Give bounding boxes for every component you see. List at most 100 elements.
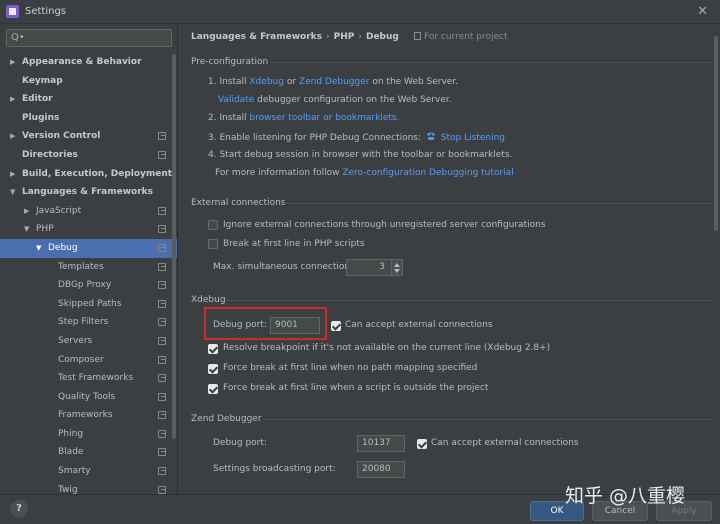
ignore-external-checkbox[interactable] [208, 220, 218, 230]
force-break-outside-checkbox[interactable] [208, 384, 218, 394]
sidebar-item-label: PHP [36, 224, 54, 235]
title-bar: Settings ✕ [0, 0, 720, 24]
break-first-line-checkbox[interactable] [208, 239, 218, 249]
chevron-down-icon[interactable]: ▼ [36, 239, 41, 258]
xdebug-accept-external-checkbox[interactable] [331, 321, 341, 331]
project-scope-icon [413, 32, 421, 40]
validate-link[interactable]: Validate [218, 95, 254, 105]
sidebar-item-label: Plugins [22, 112, 60, 123]
sidebar-item-composer[interactable]: Composer [0, 351, 177, 370]
sidebar-item-label: DBGp Proxy [58, 280, 112, 291]
xdebug-port-field[interactable]: 9001 [270, 317, 320, 334]
breadcrumb-item[interactable]: Languages & Frameworks [191, 32, 322, 42]
zhihu-watermark: 知乎 @八重樱 [565, 485, 686, 507]
section-divider [264, 419, 711, 420]
preconfig-step-3: 3. Enable listening for PHP Debug Connec… [208, 132, 505, 143]
sidebar-item-label: Twig [58, 484, 78, 494]
sidebar-item-quality-tools[interactable]: Quality Tools [0, 388, 177, 407]
preconfig-step-2: 2. Install browser toolbar or bookmarkle… [208, 113, 400, 123]
project-scope-icon [158, 206, 166, 215]
search-icon: Q• [11, 32, 25, 43]
sidebar-item-appearance-behavior[interactable]: ▶ Appearance & Behavior [0, 53, 177, 72]
sidebar-item-blade[interactable]: Blade [0, 443, 177, 462]
sidebar-scrollbar[interactable] [172, 54, 176, 439]
force-break-path-checkbox[interactable] [208, 364, 218, 374]
sidebar-item-step-filters[interactable]: Step Filters [0, 313, 177, 332]
sidebar-item-label: Keymap [22, 75, 63, 86]
sidebar-item-build-execution-deployment[interactable]: ▶ Build, Execution, Deployment [0, 165, 177, 184]
help-button[interactable]: ? [10, 500, 28, 518]
chevron-right-icon[interactable]: ▶ [10, 53, 15, 72]
sidebar-item-plugins[interactable]: Plugins [0, 109, 177, 128]
section-title-preconfig: Pre-configuration [191, 57, 269, 67]
section-title-zend: Zend Debugger [191, 414, 262, 424]
chevron-right-icon[interactable]: ▶ [10, 165, 15, 184]
force-break-outside-label: Force break at first line when a script … [223, 383, 489, 393]
project-scope-icon [158, 411, 166, 420]
sidebar-item-javascript[interactable]: ▶ JavaScript [0, 202, 177, 221]
max-connections-field[interactable]: 3 [346, 259, 392, 276]
broadcast-port-field[interactable]: 20080 [357, 461, 405, 478]
chevron-right-icon[interactable]: ▶ [24, 202, 29, 221]
sidebar-item-smarty[interactable]: Smarty [0, 462, 177, 481]
sidebar-item-label: Test Frameworks [58, 373, 134, 384]
sidebar-item-label: Directories [22, 149, 78, 160]
tutorial-link[interactable]: Zero-configuration Debugging tutorial [342, 168, 513, 178]
main-scrollbar[interactable] [714, 36, 718, 231]
xdebug-port-label: Debug port: [213, 320, 267, 330]
spinner-down-icon[interactable] [394, 269, 400, 273]
close-icon[interactable]: ✕ [697, 4, 708, 19]
sidebar-item-keymap[interactable]: Keymap [0, 72, 177, 91]
sidebar-item-twig[interactable]: Twig [0, 481, 177, 494]
chevron-down-icon[interactable]: ▼ [24, 220, 29, 239]
sidebar-item-version-control[interactable]: ▶ Version Control [0, 127, 177, 146]
ignore-external-label: Ignore external connections through unre… [223, 220, 546, 230]
sidebar-item-label: Debug [48, 242, 78, 253]
sidebar-item-phing[interactable]: Phing [0, 425, 177, 444]
project-scope-icon [158, 150, 166, 159]
section-divider [227, 300, 711, 301]
breadcrumb-separator: › [358, 32, 362, 42]
breadcrumb-item[interactable]: PHP [334, 32, 355, 42]
sidebar-item-frameworks[interactable]: Frameworks [0, 406, 177, 425]
chevron-right-icon[interactable]: ▶ [10, 90, 15, 109]
project-scope-icon [158, 467, 166, 476]
zend-port-field[interactable]: 10137 [357, 435, 405, 452]
sidebar-item-languages-frameworks[interactable]: ▼ Languages & Frameworks [0, 183, 177, 202]
section-divider [271, 62, 711, 63]
resolve-breakpoint-checkbox[interactable] [208, 344, 218, 354]
sidebar-item-label: Composer [58, 354, 104, 365]
project-scope-icon [158, 374, 166, 383]
browser-toolbar-link[interactable]: browser toolbar or bookmarklets. [249, 113, 399, 123]
max-connections-spinner[interactable] [391, 259, 403, 276]
project-scope-icon [158, 318, 166, 327]
project-scope-icon [158, 355, 166, 364]
sidebar-item-servers[interactable]: Servers [0, 332, 177, 351]
force-break-path-label: Force break at first line when no path m… [223, 363, 478, 373]
sidebar-item-label: Appearance & Behavior [22, 57, 142, 67]
spinner-up-icon[interactable] [394, 263, 400, 267]
sidebar-item-skipped-paths[interactable]: Skipped Paths [0, 295, 177, 314]
xdebug-link[interactable]: Xdebug [249, 77, 284, 87]
project-scope-icon [158, 281, 166, 290]
stop-listening-link[interactable]: Stop Listening [441, 133, 505, 143]
sidebar-item-label: Blade [58, 447, 84, 458]
settings-main-panel: Languages & Frameworks › PHP › Debug For cur… [179, 24, 720, 494]
project-scope-icon [158, 132, 166, 141]
max-connections-label: Max. simultaneous connections: [213, 262, 358, 272]
project-scope-icon [158, 336, 166, 345]
zend-accept-external-checkbox[interactable] [417, 439, 427, 449]
chevron-right-icon[interactable]: ▶ [10, 127, 15, 146]
sidebar-item-dbgp-proxy[interactable]: DBGp Proxy [0, 276, 177, 295]
sidebar-item-debug[interactable]: ▼ Debug [0, 238, 177, 258]
sidebar-item-label: Step Filters [58, 317, 109, 328]
sidebar-item-label: Templates [58, 261, 104, 272]
search-input[interactable]: Q• [6, 29, 172, 47]
sidebar-item-directories[interactable]: Directories [0, 146, 177, 165]
sidebar-item-test-frameworks[interactable]: Test Frameworks [0, 369, 177, 388]
zend-debugger-link[interactable]: Zend Debugger [299, 77, 370, 87]
sidebar-item-php[interactable]: ▼ PHP [0, 220, 177, 239]
chevron-down-icon[interactable]: ▼ [10, 183, 15, 202]
sidebar-item-editor[interactable]: ▶ Editor [0, 90, 177, 109]
sidebar-item-templates[interactable]: Templates [0, 258, 177, 277]
